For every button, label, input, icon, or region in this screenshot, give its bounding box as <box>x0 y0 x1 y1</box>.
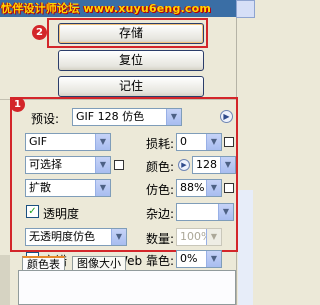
preset-select[interactable]: GIF 128 仿色 ▼ <box>72 108 182 126</box>
dither-value: 88% <box>180 181 205 194</box>
menu-arrow-icon: ▶ <box>223 112 230 121</box>
web-snap-field[interactable]: 0% ▼ <box>176 250 222 268</box>
remember-button[interactable]: 记住 <box>58 76 204 97</box>
palette-mask-button[interactable] <box>114 160 124 170</box>
amount-field: 100% ▼ <box>176 228 222 246</box>
dither-label: 仿色: <box>145 183 174 197</box>
panel-menu-button[interactable]: ▶ <box>220 110 233 123</box>
format-value: GIF <box>29 135 48 148</box>
watermark-text: 忧伴设计师论坛 www.xuyu6eng.com <box>1 2 212 15</box>
reset-button[interactable]: 复位 <box>58 50 204 71</box>
matte-select[interactable]: ▼ <box>176 203 234 221</box>
matte-label: 杂边: <box>145 207 174 221</box>
transparency-checkbox[interactable]: ✓ <box>26 205 39 218</box>
transparency-dither-value: 无透明度仿色 <box>29 230 95 243</box>
dither-field[interactable]: 88% ▼ <box>176 179 222 197</box>
palette-value: 可选择 <box>29 158 62 171</box>
dither-algorithm-value: 扩散 <box>29 181 51 194</box>
chevron-down-icon: ▼ <box>166 109 181 125</box>
colors-label: 颜色: <box>145 160 174 174</box>
chevron-down-icon: ▼ <box>218 204 233 220</box>
chevron-down-icon: ▼ <box>95 157 110 173</box>
annotation-marker-1: 1 <box>10 97 25 112</box>
web-snap-value: 0% <box>180 252 198 265</box>
tab-color-table[interactable]: 颜色表 <box>22 256 65 271</box>
check-icon: ✓ <box>28 206 37 217</box>
lossy-field[interactable]: 0 ▼ <box>176 133 222 151</box>
scroll-up-button[interactable] <box>236 0 255 18</box>
scrollbar-track[interactable] <box>238 190 253 305</box>
dither-mask-button[interactable] <box>224 183 234 193</box>
tab-image-size[interactable]: 图像大小 <box>72 256 126 271</box>
annotation-marker-2: 2 <box>32 25 47 40</box>
chevron-down-icon: ▼ <box>206 134 221 150</box>
chevron-down-icon: ▼ <box>95 134 110 150</box>
color-table-panel <box>18 270 236 305</box>
transparency-label: 透明度 <box>43 207 80 221</box>
transparency-dither-select[interactable]: 无透明度仿色 ▼ <box>25 228 127 246</box>
spinner-arrow-icon: ▶ <box>181 161 187 169</box>
chevron-down-icon: ▼ <box>95 180 110 196</box>
palette-select[interactable]: 可选择 ▼ <box>25 156 111 174</box>
preset-label: 预设: <box>31 112 60 126</box>
format-select[interactable]: GIF ▼ <box>25 133 111 151</box>
amount-label: 数量: <box>145 232 174 246</box>
lossy-value: 0 <box>180 135 187 148</box>
chevron-down-icon: ▼ <box>111 229 126 245</box>
chevron-down-icon: ▼ <box>206 180 221 196</box>
colors-value: 128 <box>196 158 217 171</box>
colors-field[interactable]: 128 ▼ <box>192 156 236 174</box>
save-button[interactable]: 存储 <box>58 23 204 44</box>
chevron-down-icon: ▼ <box>206 251 221 267</box>
preset-value: GIF 128 仿色 <box>76 110 145 123</box>
lossy-mask-button[interactable] <box>224 137 234 147</box>
chevron-down-icon: ▼ <box>206 229 221 245</box>
chevron-down-icon: ▼ <box>220 157 235 173</box>
panel-edge <box>0 255 10 305</box>
colors-spinner-icon[interactable]: ▶ <box>178 159 190 171</box>
lossy-label: 损耗: <box>145 137 174 151</box>
dither-algorithm-select[interactable]: 扩散 ▼ <box>25 179 111 197</box>
